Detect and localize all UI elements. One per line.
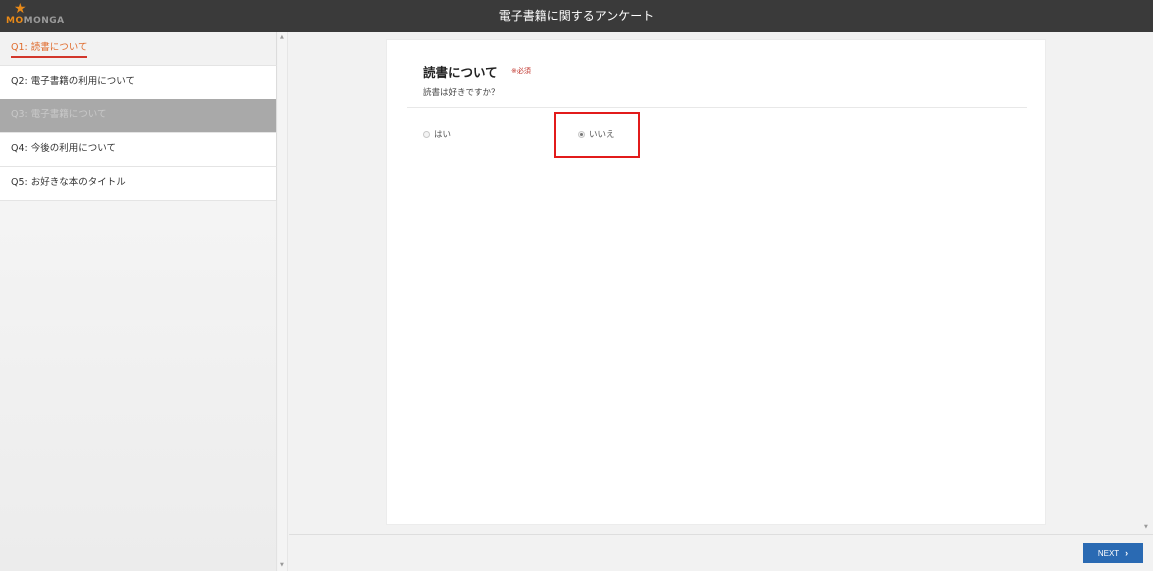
footer-divider — [289, 534, 1153, 535]
selection-highlight — [554, 112, 640, 158]
option-label: はい — [434, 130, 452, 140]
scroll-down-icon[interactable]: ▼ — [280, 562, 284, 568]
option-yes[interactable]: はい — [423, 128, 451, 140]
sidebar-item-q1[interactable]: Q1: 読書について — [0, 32, 277, 66]
sidebar-item-q3: Q3: 電子書籍について — [0, 99, 277, 133]
sidebar-item-q4[interactable]: Q4: 今後の利用について — [0, 133, 277, 167]
required-mark: ※必須 — [511, 67, 531, 75]
chevron-right-icon: › — [1125, 548, 1129, 558]
divider — [407, 107, 1027, 108]
question-text: 読書は好きですか？ — [423, 88, 500, 98]
sidebar-item-q5[interactable]: Q5: お好きな本のタイトル — [0, 167, 277, 201]
sidebar-item-label: Q3: 電子書籍について — [11, 109, 107, 120]
app-title: 電子書籍に関するアンケート — [498, 9, 655, 23]
scroll-down-icon[interactable]: ▼ — [1144, 524, 1148, 530]
scroll-up-icon[interactable]: ▲ — [280, 34, 284, 40]
question-sidebar: Q1: 読書について Q2: 電子書籍の利用について Q3: 電子書籍について … — [0, 32, 277, 571]
sidebar-item-label: Q4: 今後の利用について — [11, 143, 116, 154]
sidebar-item-label: Q5: お好きな本のタイトル — [11, 177, 126, 188]
sidebar-item-label: Q2: 電子書籍の利用について — [11, 76, 135, 87]
sidebar-item-label: Q1: 読書について — [11, 42, 88, 58]
next-button[interactable]: NEXT › — [1083, 543, 1143, 563]
next-label: NEXT — [1097, 549, 1120, 558]
question-title: 読書について — [423, 65, 498, 80]
sidebar-item-q2[interactable]: Q2: 電子書籍の利用について — [0, 66, 277, 100]
question-panel: 読書について ※必須 読書は好きですか？ はい いいえ — [386, 39, 1046, 525]
sidebar-scrollbar[interactable] — [278, 32, 288, 571]
radio-icon[interactable] — [423, 130, 430, 138]
top-bar: ★ MOMONGA 電子書籍に関するアンケート — [0, 0, 1153, 32]
